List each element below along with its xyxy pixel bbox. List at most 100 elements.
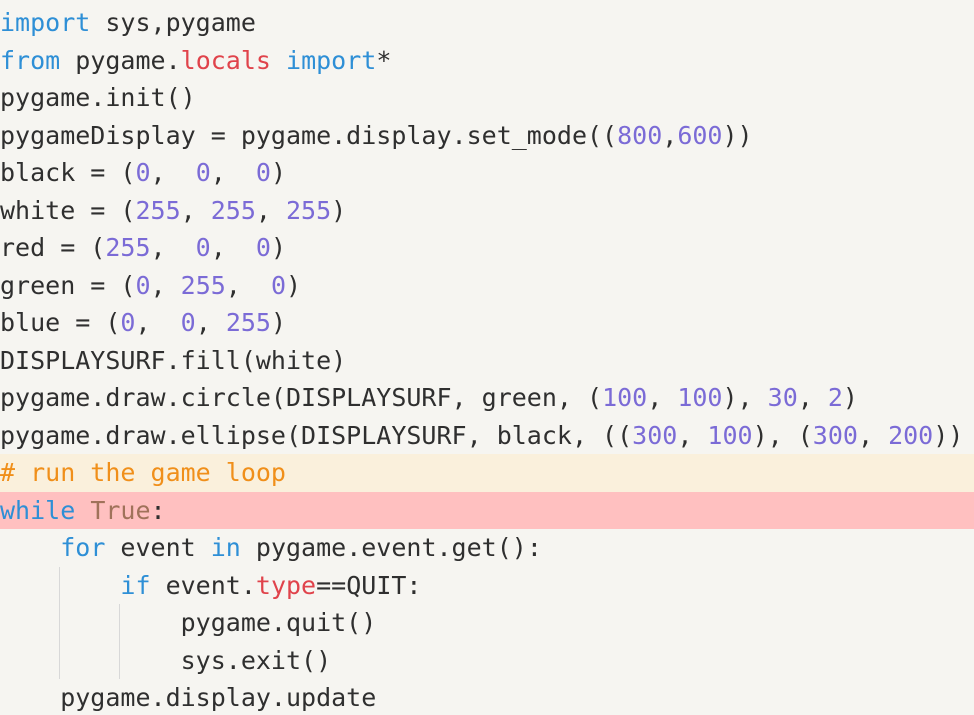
code-token: pygame.draw.circle(DISPLAYSURF, green, ( xyxy=(0,383,603,412)
code-line[interactable]: pygame.display.update xyxy=(0,679,974,715)
code-token: 0 xyxy=(135,270,151,300)
code-token: 0 xyxy=(255,158,271,187)
code-token: 255 xyxy=(135,195,181,225)
code-line[interactable]: pygame.init() xyxy=(0,79,974,117)
code-line[interactable]: from pygame.locals import* xyxy=(0,42,974,80)
code-line[interactable]: for event in pygame.event.get(): xyxy=(0,529,974,567)
code-token: pygame. xyxy=(60,45,181,75)
code-token: pygame.display.update xyxy=(0,683,377,712)
code-line[interactable]: pygame.draw.ellipse(DISPLAYSURF, black, … xyxy=(0,417,974,455)
indent-guide xyxy=(119,641,121,679)
code-token: True xyxy=(90,495,151,525)
code-line[interactable]: pygame.draw.circle(DISPLAYSURF, green, (… xyxy=(0,379,974,417)
code-token: , xyxy=(662,120,678,150)
code-token: 100 xyxy=(677,383,723,412)
code-token: black = ( xyxy=(0,158,136,187)
code-token: , xyxy=(647,383,678,412)
code-token: )) xyxy=(722,120,753,150)
code-editor[interactable]: import sys,pygame from pygame.locals impo… xyxy=(0,0,974,715)
code-token: 0 xyxy=(270,270,287,300)
code-token: ==QUIT: xyxy=(316,570,422,600)
code-token: 255 xyxy=(225,308,271,337)
code-token: ) xyxy=(286,270,302,300)
indent-guide xyxy=(59,566,61,604)
code-token: from xyxy=(0,45,61,75)
code-token: , xyxy=(255,195,286,225)
indent-guide xyxy=(59,604,61,642)
code-token: , xyxy=(180,195,211,225)
code-token: , xyxy=(135,308,181,337)
code-token: 30 xyxy=(767,383,798,412)
code-line[interactable]: DISPLAYSURF.fill(white) xyxy=(0,342,974,380)
code-line[interactable]: green = (0, 255, 0) xyxy=(0,267,974,305)
code-token: 0 xyxy=(255,233,271,262)
code-token: # run the game loop xyxy=(0,458,286,487)
code-token: ) xyxy=(270,158,287,187)
code-token: , xyxy=(857,420,889,450)
code-token: 100 xyxy=(707,420,753,450)
code-token: 255 xyxy=(180,270,226,300)
code-token: import xyxy=(0,8,91,37)
code-line[interactable]: if event.type==QUIT: xyxy=(0,566,974,604)
code-line[interactable]: pygameDisplay = pygame.display.set_mode(… xyxy=(0,117,974,155)
code-token: 800 xyxy=(617,120,663,150)
code-line[interactable]: white = (255, 255, 255) xyxy=(0,192,974,230)
code-line[interactable]: while True: xyxy=(0,491,974,529)
code-token: , xyxy=(210,233,256,262)
code-token: , xyxy=(210,158,256,187)
code-token: , xyxy=(150,233,196,262)
code-token: )) xyxy=(933,420,964,450)
code-token: in xyxy=(210,533,241,562)
code-token: pygame.draw.ellipse(DISPLAYSURF, black, … xyxy=(0,420,633,450)
code-token: red = ( xyxy=(0,233,106,262)
code-token: ), ( xyxy=(752,420,813,450)
code-token: pygame.quit() xyxy=(0,608,377,637)
code-token: , xyxy=(150,158,196,187)
code-token: type xyxy=(255,570,317,600)
code-token: 2 xyxy=(827,383,843,412)
code-token: 600 xyxy=(677,120,723,150)
code-token: white = ( xyxy=(0,195,136,225)
code-token: if xyxy=(120,570,151,600)
code-token: , xyxy=(150,270,181,300)
code-token: locals xyxy=(180,45,271,75)
code-token: * xyxy=(376,45,392,75)
code-token: , xyxy=(225,270,271,300)
code-token: 0 xyxy=(195,158,211,187)
code-token: ) xyxy=(331,195,347,225)
code-line[interactable]: pygame.quit() xyxy=(0,604,974,642)
code-token: 255 xyxy=(286,195,332,225)
indent-guide xyxy=(119,604,121,642)
code-token: 300 xyxy=(632,420,678,450)
code-line[interactable]: import sys,pygame xyxy=(0,4,974,42)
code-token: sys,pygame xyxy=(90,8,256,37)
code-token: while xyxy=(0,495,76,525)
indent-guide xyxy=(59,641,61,679)
code-token: blue = ( xyxy=(0,308,121,337)
code-token: 255 xyxy=(210,195,256,225)
code-token: import xyxy=(286,45,377,75)
code-token: , xyxy=(797,383,828,412)
code-token: pygame.init() xyxy=(0,83,196,112)
code-token: DISPLAYSURF.fill(white) xyxy=(0,345,347,375)
code-token: 300 xyxy=(812,420,858,450)
code-token: 0 xyxy=(180,308,196,337)
code-token: 100 xyxy=(602,383,648,412)
code-line[interactable]: sys.exit() xyxy=(0,641,974,679)
code-token: event xyxy=(105,533,211,562)
code-line[interactable]: # run the game loop xyxy=(0,454,974,492)
code-line[interactable]: red = (255, 0, 0) xyxy=(0,229,974,267)
code-token: , xyxy=(195,308,226,337)
code-token: ), xyxy=(722,383,768,412)
code-token: : xyxy=(150,495,166,525)
code-line[interactable]: blue = (0, 0, 255) xyxy=(0,304,974,342)
code-token: 200 xyxy=(888,420,934,450)
code-token: , xyxy=(677,420,708,450)
code-token: pygameDisplay = pygame.display.set_mode(… xyxy=(0,120,618,150)
code-token: for xyxy=(60,533,106,562)
code-token: ) xyxy=(270,233,287,262)
code-line[interactable]: black = (0, 0, 0) xyxy=(0,154,974,192)
